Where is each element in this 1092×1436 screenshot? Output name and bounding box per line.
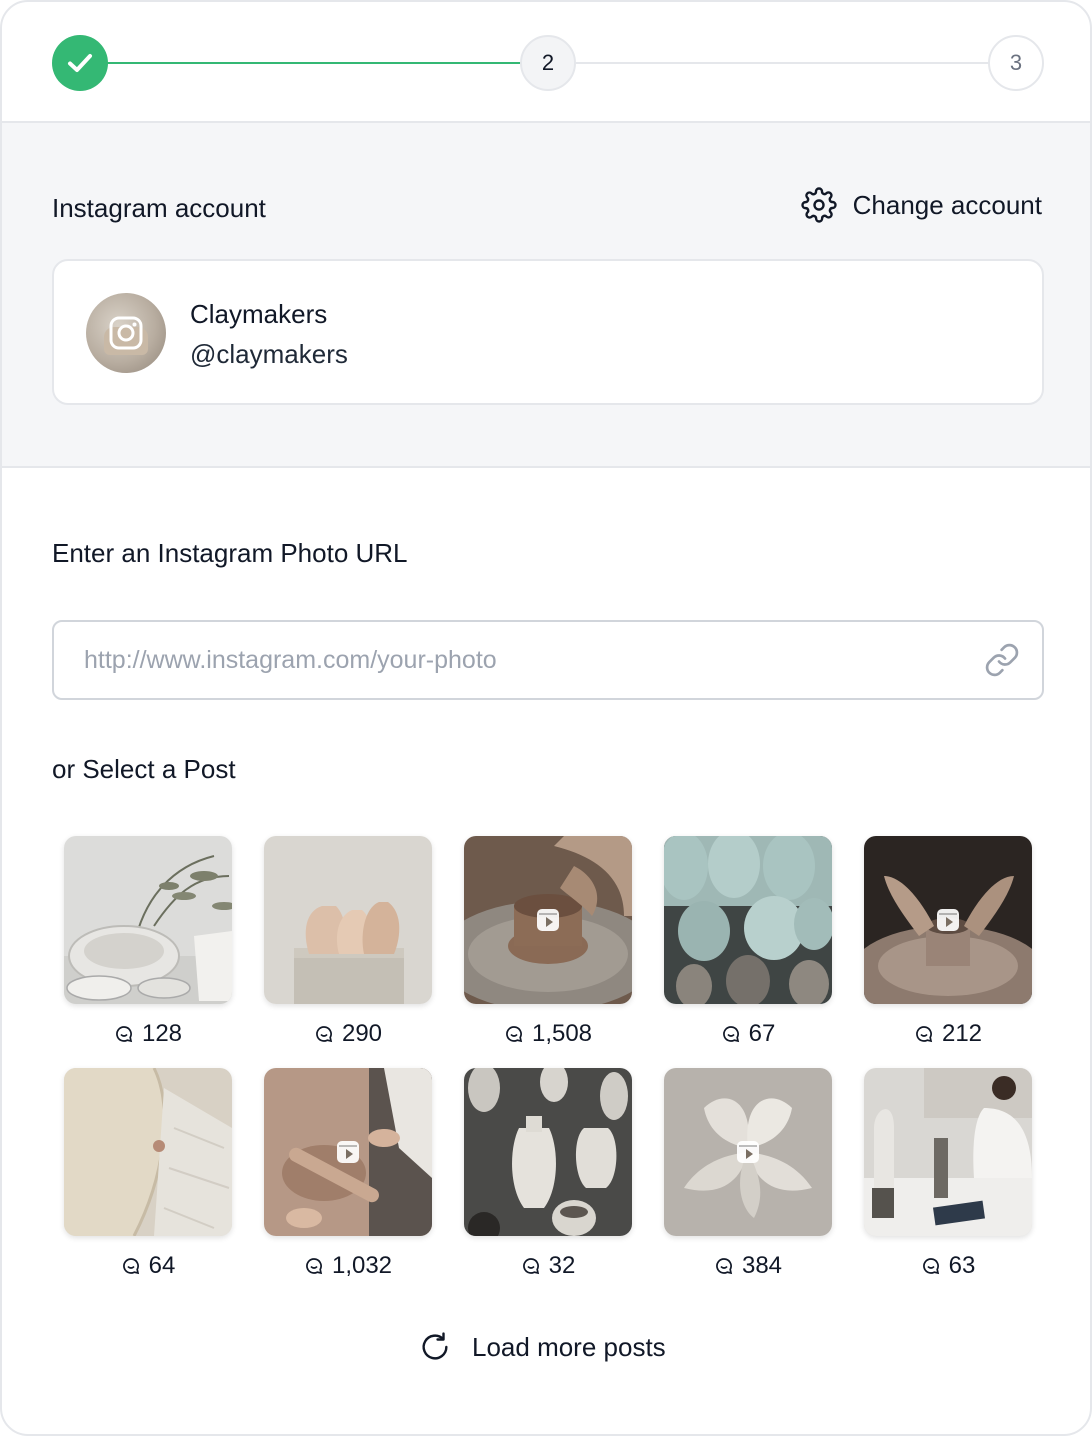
account-name: Claymakers (190, 299, 328, 329)
comment-count: 32 (464, 1252, 632, 1280)
change-account-button[interactable]: Change account (801, 187, 1042, 223)
photo-url-input[interactable] (84, 622, 964, 698)
select-post-title: or Select a Post (52, 754, 236, 784)
change-account-label: Change account (852, 189, 1042, 220)
link-icon (985, 643, 1019, 677)
gear-icon (801, 187, 837, 223)
instagram-icon (109, 316, 143, 350)
comment-icon (722, 1026, 739, 1043)
avatar (86, 293, 166, 373)
post-thumbnail[interactable] (264, 1068, 432, 1236)
comment-count: 212 (864, 1020, 1032, 1048)
comment-count: 384 (664, 1252, 832, 1280)
comment-count-value: 1,508 (531, 1020, 593, 1047)
comment-count-value: 32 (548, 1252, 576, 1279)
step-3-upcoming[interactable]: 3 (988, 35, 1044, 91)
comment-icon (916, 1026, 933, 1043)
comment-count: 128 (64, 1020, 232, 1048)
step-2-label: 2 (541, 50, 555, 75)
url-section-title: Enter an Instagram Photo URL (52, 538, 408, 568)
comment-count-value: 63 (948, 1252, 976, 1279)
step-connector-complete (106, 62, 522, 64)
comment-count-value: 290 (341, 1020, 383, 1047)
reel-icon (537, 909, 559, 931)
post-thumbnail[interactable] (864, 1068, 1032, 1236)
post-thumbnail[interactable] (64, 836, 232, 1004)
comment-count-value: 128 (141, 1020, 183, 1047)
post-thumbnail[interactable] (464, 1068, 632, 1236)
comment-count-value: 1,032 (331, 1252, 393, 1279)
comment-count-value: 64 (148, 1252, 176, 1279)
section-title-account: Instagram account (52, 193, 266, 223)
comment-count-value: 67 (748, 1020, 776, 1047)
reel-icon (737, 1141, 759, 1163)
comment-count: 290 (264, 1020, 432, 1048)
wizard-card: 2 3 Instagram account Change account Cla… (0, 0, 1092, 1436)
comment-icon (306, 1258, 323, 1275)
step-1-complete[interactable] (52, 35, 108, 91)
comment-icon (922, 1258, 939, 1275)
account-card: Claymakers @claymakers (52, 259, 1044, 405)
reel-icon (337, 1141, 359, 1163)
comment-count: 67 (664, 1020, 832, 1048)
post-thumbnail[interactable] (664, 1068, 832, 1236)
comment-icon (316, 1026, 333, 1043)
step-3-label: 3 (1009, 50, 1023, 75)
instagram-account-section: Instagram account Change account Claymak… (2, 123, 1090, 468)
reel-icon (937, 909, 959, 931)
checkmark-icon (68, 54, 92, 72)
comment-count: 63 (864, 1252, 1032, 1280)
account-handle: @claymakers (190, 339, 348, 369)
comment-count: 1,032 (264, 1252, 432, 1280)
comment-icon (122, 1258, 139, 1275)
comment-icon (116, 1026, 133, 1043)
step-connector-pending (574, 62, 990, 64)
comment-count-value: 212 (941, 1020, 983, 1047)
comment-icon (716, 1258, 733, 1275)
post-thumbnail[interactable] (264, 836, 432, 1004)
comment-count: 1,508 (464, 1020, 632, 1048)
refresh-icon (422, 1332, 448, 1360)
post-thumbnail[interactable] (64, 1068, 232, 1236)
post-thumbnail[interactable] (664, 836, 832, 1004)
comment-icon (506, 1026, 523, 1043)
load-more-button[interactable]: Load more posts (418, 1330, 666, 1364)
comment-count-value: 384 (741, 1252, 783, 1279)
step-2-current[interactable]: 2 (520, 35, 576, 91)
post-thumbnail[interactable] (864, 836, 1032, 1004)
post-thumbnail[interactable] (464, 836, 632, 1004)
load-more-label: Load more posts (472, 1331, 666, 1362)
url-input-container (52, 620, 1044, 700)
comment-count: 64 (64, 1252, 232, 1280)
progress-stepper: 2 3 (2, 2, 1090, 123)
comment-icon (522, 1258, 539, 1275)
